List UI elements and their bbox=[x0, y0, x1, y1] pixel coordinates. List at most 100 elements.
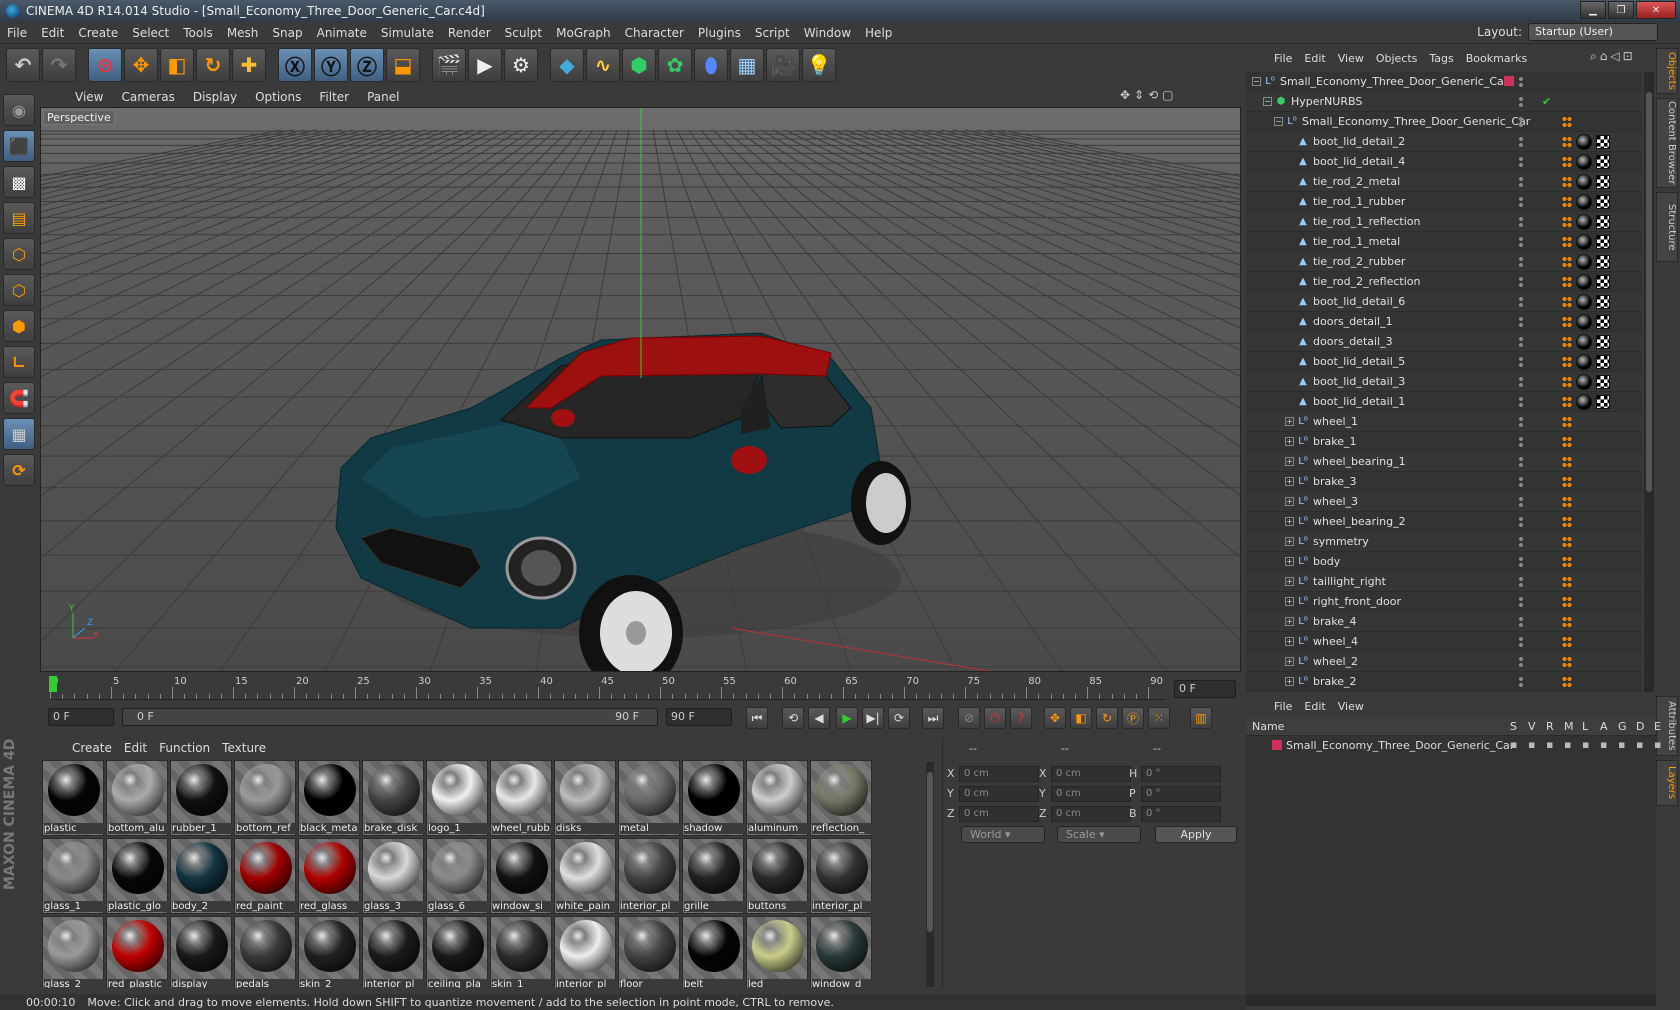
material-swatch[interactable]: aluminum bbox=[746, 760, 808, 836]
menu-character[interactable]: Character bbox=[618, 26, 691, 40]
object-row[interactable]: ▲ boot_lid_detail_6 bbox=[1246, 292, 1642, 312]
start-frame-field[interactable]: 0 F bbox=[48, 708, 114, 726]
material-swatch[interactable]: window_d bbox=[810, 916, 872, 988]
menu-tools[interactable]: Tools bbox=[176, 26, 220, 40]
expand-icon[interactable]: + bbox=[1285, 637, 1294, 646]
uvw-tag-icon[interactable] bbox=[1596, 335, 1610, 349]
material-tag-icon[interactable] bbox=[1576, 254, 1592, 270]
material-swatch[interactable]: red_paint bbox=[234, 838, 296, 914]
material-swatch[interactable]: ceiling_pla bbox=[426, 916, 488, 988]
phong-tag-icon[interactable] bbox=[1562, 356, 1572, 368]
layer-scrollbar[interactable] bbox=[1246, 994, 1656, 1006]
material-swatch[interactable]: interior_pl bbox=[810, 838, 872, 914]
coord-field-z[interactable]: 0 cm bbox=[959, 806, 1039, 822]
viewport-menu-view[interactable]: View bbox=[66, 90, 112, 104]
frame-range-slider[interactable]: 0 F 90 F bbox=[122, 708, 658, 726]
expand-icon[interactable]: + bbox=[1285, 457, 1294, 466]
maximize-icon[interactable]: ❐ bbox=[1608, 1, 1634, 19]
menu-snap[interactable]: Snap bbox=[265, 26, 309, 40]
expand-icon[interactable]: + bbox=[1285, 577, 1294, 586]
material-swatch[interactable]: white_pain bbox=[554, 838, 616, 914]
layer-toggle-icon[interactable]: ▪ bbox=[1636, 738, 1643, 751]
key-rotation-icon[interactable]: ↻ bbox=[1096, 707, 1118, 729]
material-tag-icon[interactable] bbox=[1576, 334, 1592, 350]
uvw-tag-icon[interactable] bbox=[1596, 235, 1610, 249]
phong-tag-icon[interactable] bbox=[1562, 336, 1572, 348]
phong-tag-icon[interactable] bbox=[1562, 296, 1572, 308]
coord-field-x[interactable]: 0 cm bbox=[959, 766, 1039, 782]
visibility-dots[interactable] bbox=[1518, 156, 1524, 168]
object-row[interactable]: + L⁰ taillight_right bbox=[1246, 572, 1642, 592]
object-row[interactable]: ▲ doors_detail_1 bbox=[1246, 312, 1642, 332]
material-menu-function[interactable]: Function bbox=[153, 741, 216, 755]
material-swatch[interactable]: skin_1 bbox=[490, 916, 552, 988]
next-key-icon[interactable]: ⟳ bbox=[888, 707, 910, 729]
material-swatch[interactable]: grille bbox=[682, 838, 744, 914]
layer-toggle-icon[interactable]: ▪ bbox=[1582, 738, 1589, 751]
expand-icon[interactable]: + bbox=[1285, 517, 1294, 526]
object-row[interactable]: ▲ tie_rod_1_metal bbox=[1246, 232, 1642, 252]
phong-tag-icon[interactable] bbox=[1562, 116, 1572, 128]
coord-field-x[interactable]: 0 cm bbox=[1051, 766, 1131, 782]
phong-tag-icon[interactable] bbox=[1562, 676, 1572, 688]
material-tag-icon[interactable] bbox=[1576, 314, 1592, 330]
material-scrollbar[interactable] bbox=[926, 762, 934, 987]
visibility-dots[interactable] bbox=[1518, 576, 1524, 588]
layer-color-icon[interactable] bbox=[1504, 76, 1514, 86]
visibility-dots[interactable] bbox=[1518, 96, 1524, 108]
layout-dropdown[interactable]: Startup (User) bbox=[1528, 23, 1658, 41]
visibility-dots[interactable] bbox=[1518, 196, 1524, 208]
object-row[interactable]: + L⁰ brake_3 bbox=[1246, 472, 1642, 492]
material-swatch[interactable]: interior_pl bbox=[362, 916, 424, 988]
layer-toggle-icon[interactable]: ▪ bbox=[1510, 738, 1517, 751]
material-swatch[interactable]: red_glass bbox=[298, 838, 360, 914]
phong-tag-icon[interactable] bbox=[1562, 576, 1572, 588]
light-icon[interactable]: 💡 bbox=[802, 48, 836, 82]
layer-row[interactable]: Small_Economy_Three_Door_Generic_Car ▪ ▪ ▪ ▪… bbox=[1246, 736, 1661, 756]
expand-icon[interactable]: + bbox=[1285, 437, 1294, 446]
object-row[interactable]: + L⁰ wheel_2 bbox=[1246, 652, 1642, 672]
phong-tag-icon[interactable] bbox=[1562, 136, 1572, 148]
go-to-end-icon[interactable]: ⏭ bbox=[922, 707, 944, 729]
go-to-start-icon[interactable]: ⏮ bbox=[746, 707, 768, 729]
object-row[interactable]: ▲ tie_rod_2_rubber bbox=[1246, 252, 1642, 272]
side-tab-layers[interactable]: Layers bbox=[1656, 760, 1678, 806]
timeline-playhead[interactable] bbox=[49, 676, 57, 692]
material-swatch[interactable]: disks bbox=[554, 760, 616, 836]
collapse-icon[interactable]: − bbox=[1252, 77, 1261, 86]
object-row[interactable]: + L⁰ right_front_door bbox=[1246, 592, 1642, 612]
material-swatch[interactable]: display bbox=[170, 916, 232, 988]
visibility-dots[interactable] bbox=[1518, 616, 1524, 628]
viewport-menu-display[interactable]: Display bbox=[184, 90, 246, 104]
phong-tag-icon[interactable] bbox=[1562, 256, 1572, 268]
object-menu-view[interactable]: View bbox=[1332, 52, 1370, 65]
layer-menu-edit[interactable]: Edit bbox=[1298, 700, 1331, 713]
menu-plugins[interactable]: Plugins bbox=[691, 26, 748, 40]
object-manager-search-icon[interactable]: ⌕⌂◁⊡ bbox=[1590, 49, 1636, 64]
deformer-icon[interactable]: ⬮ bbox=[694, 48, 728, 82]
material-swatch[interactable]: skin_2 bbox=[298, 916, 360, 988]
visibility-dots[interactable] bbox=[1518, 416, 1524, 428]
coord-system-dropdown[interactable]: World ▾ bbox=[961, 826, 1045, 843]
phong-tag-icon[interactable] bbox=[1562, 556, 1572, 568]
texture-mode-icon[interactable]: ▩ bbox=[3, 166, 35, 198]
side-tab-structure[interactable]: Structure bbox=[1656, 192, 1678, 262]
material-swatch[interactable]: plastic bbox=[42, 760, 104, 836]
render-picture-viewer-icon[interactable]: ▶ bbox=[468, 48, 502, 82]
phong-tag-icon[interactable] bbox=[1562, 376, 1572, 388]
phong-tag-icon[interactable] bbox=[1562, 176, 1572, 188]
menu-help[interactable]: Help bbox=[858, 26, 899, 40]
material-swatch[interactable]: reflection_ bbox=[810, 760, 872, 836]
material-tag-icon[interactable] bbox=[1576, 214, 1592, 230]
subdivision-surface-icon[interactable]: ⬢ bbox=[622, 48, 656, 82]
visibility-dots[interactable] bbox=[1518, 216, 1524, 228]
previous-frame-icon[interactable]: ◀ bbox=[808, 707, 830, 729]
object-row[interactable]: − L⁰ Small_Economy_Three_Door_Generic_Car bbox=[1246, 112, 1642, 132]
render-settings-icon[interactable]: ⚙ bbox=[504, 48, 538, 82]
z-axis-lock-icon[interactable]: Ⓩ bbox=[350, 48, 384, 82]
object-scrollbar[interactable] bbox=[1644, 72, 1654, 692]
object-row[interactable]: ▲ doors_detail_3 bbox=[1246, 332, 1642, 352]
object-menu-objects[interactable]: Objects bbox=[1370, 52, 1424, 65]
expand-icon[interactable]: + bbox=[1285, 537, 1294, 546]
snap-magnet-icon[interactable]: 🧲 bbox=[3, 382, 35, 414]
